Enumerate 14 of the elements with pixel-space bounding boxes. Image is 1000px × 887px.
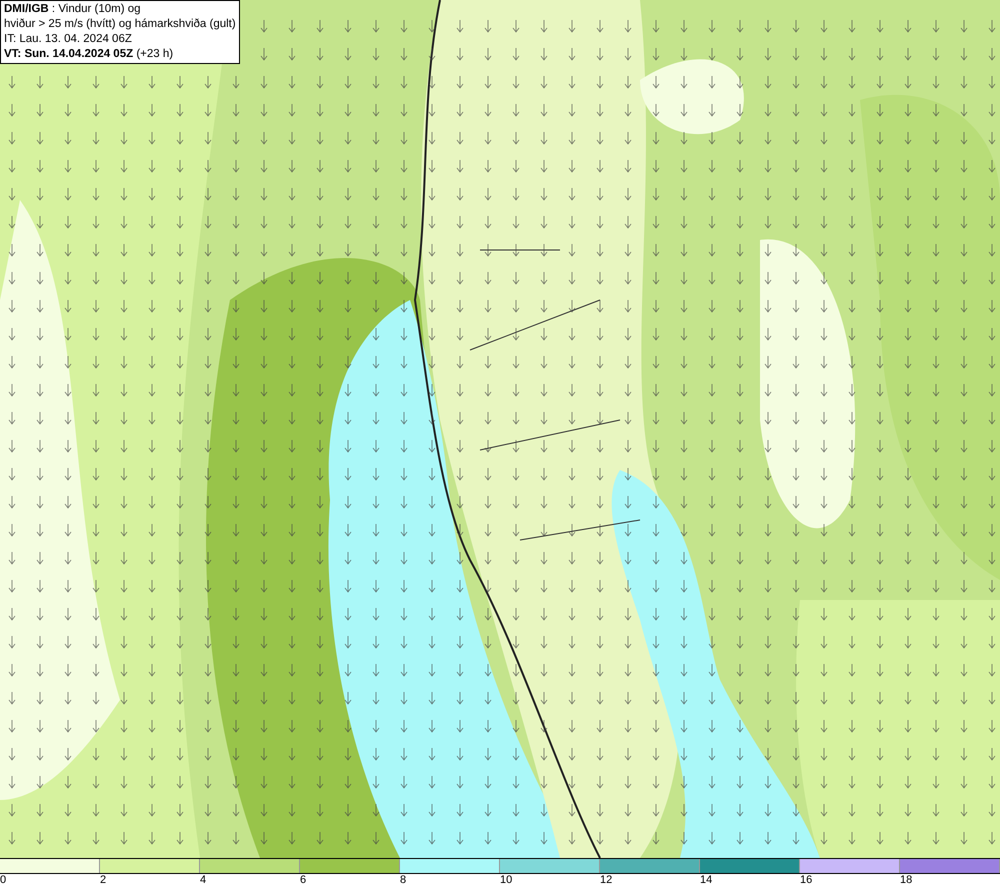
legend-label: 4	[200, 874, 206, 886]
legend-label: 2	[100, 874, 106, 886]
legend-label: 12	[600, 874, 612, 886]
legend-label: 14	[700, 874, 712, 886]
legend-label: 8	[400, 874, 406, 886]
title-line: hviður > 25 m/s (hvítt) og hámarkshviða (gult)	[4, 17, 236, 32]
title-line: IT: Lau. 13. 04. 2024 06Z	[4, 32, 133, 47]
legend-label: 6	[300, 874, 306, 886]
legend-label: 16	[800, 874, 812, 886]
title-line: VT: Sun. 14.04.2024 05Z (+23 h)	[4, 47, 174, 62]
title-line: DMI/IGB : Vindur (10m) og	[4, 2, 142, 17]
legend-label: 10	[500, 874, 512, 886]
legend-label: 18	[900, 874, 912, 886]
legend-label: 0	[0, 874, 6, 886]
